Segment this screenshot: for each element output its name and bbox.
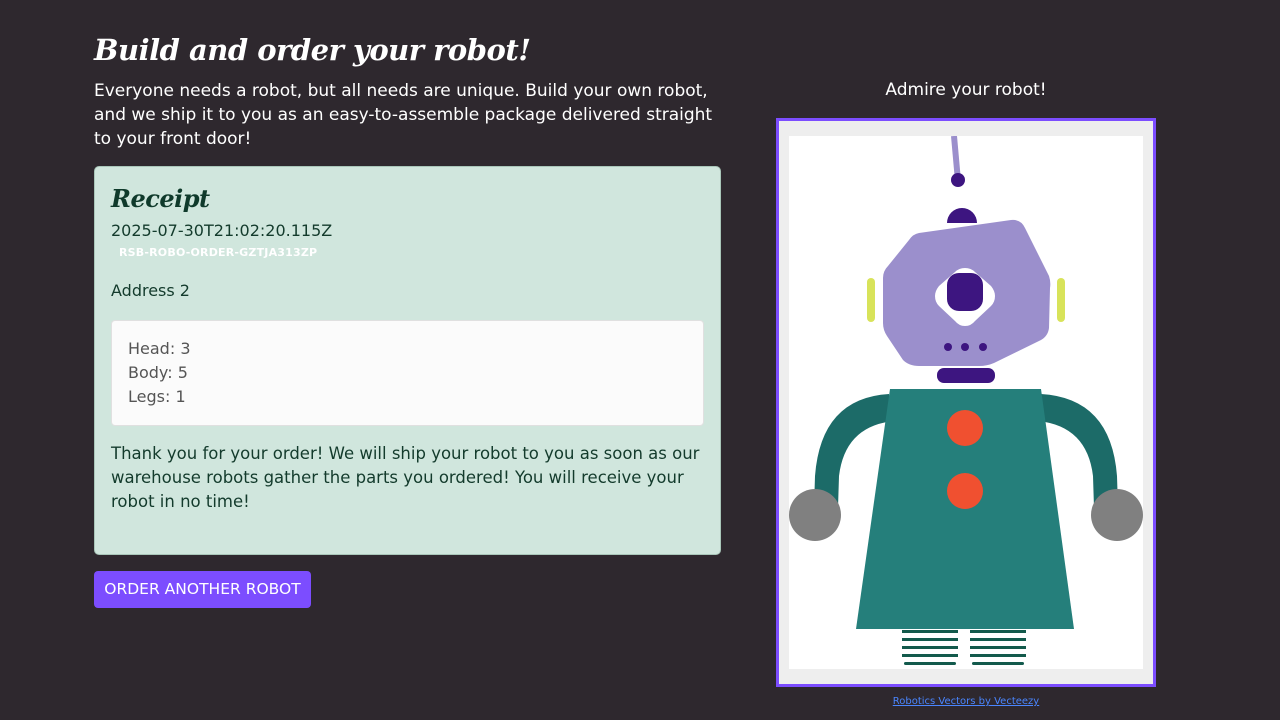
robot-preview-image	[789, 136, 1143, 669]
part-legs: Legs: 1	[128, 387, 186, 406]
robot-left-hand	[789, 489, 841, 541]
robot-right-hand	[1091, 489, 1143, 541]
robot-right-leg	[970, 630, 1026, 669]
receipt-message: Thank you for your order! We will ship y…	[111, 444, 700, 511]
part-head: Head: 3	[128, 339, 191, 358]
robot-eye	[947, 273, 983, 311]
part-body: Body: 5	[128, 363, 188, 382]
robot-preview-caption: Admire your robot!	[885, 80, 1047, 100]
robot-left-ear	[867, 278, 875, 322]
robot-illustration	[789, 136, 1143, 669]
robot-body-button	[947, 410, 983, 446]
robot-mouth-dot	[979, 343, 987, 351]
parts-list: Head: 3 Body: 5 Legs: 1	[111, 320, 704, 426]
intro-section: Build and order your robot! Everyone nee…	[94, 30, 721, 151]
robot-mouth-dot	[961, 343, 969, 351]
order-another-button[interactable]: ORDER ANOTHER ROBOT	[94, 571, 311, 608]
receipt-panel: Receipt 2025-07-30T21:02:20.115Z RSB-ROB…	[94, 166, 721, 555]
receipt-title: Receipt	[111, 184, 210, 213]
intro-text: Everyone needs a robot, but all needs ar…	[94, 81, 713, 149]
robot-mouth-dot	[944, 343, 952, 351]
receipt-order-id: RSB-ROBO-ORDER-GZTJA313ZP	[119, 246, 318, 259]
robot-body-button	[947, 473, 983, 509]
robot-right-ear	[1057, 278, 1065, 322]
page-title: Build and order your robot!	[94, 33, 531, 67]
receipt-timestamp: 2025-07-30T21:02:20.115Z	[111, 221, 333, 240]
robot-antenna-tip	[951, 173, 965, 187]
robot-antenna-base	[947, 208, 977, 223]
robot-neck	[937, 368, 995, 383]
robot-left-leg	[902, 630, 958, 669]
robot-preview-frame	[776, 118, 1156, 687]
receipt-address: Address 2	[111, 281, 190, 300]
vecteezy-credit-link[interactable]: Robotics Vectors by Vecteezy	[776, 695, 1156, 709]
